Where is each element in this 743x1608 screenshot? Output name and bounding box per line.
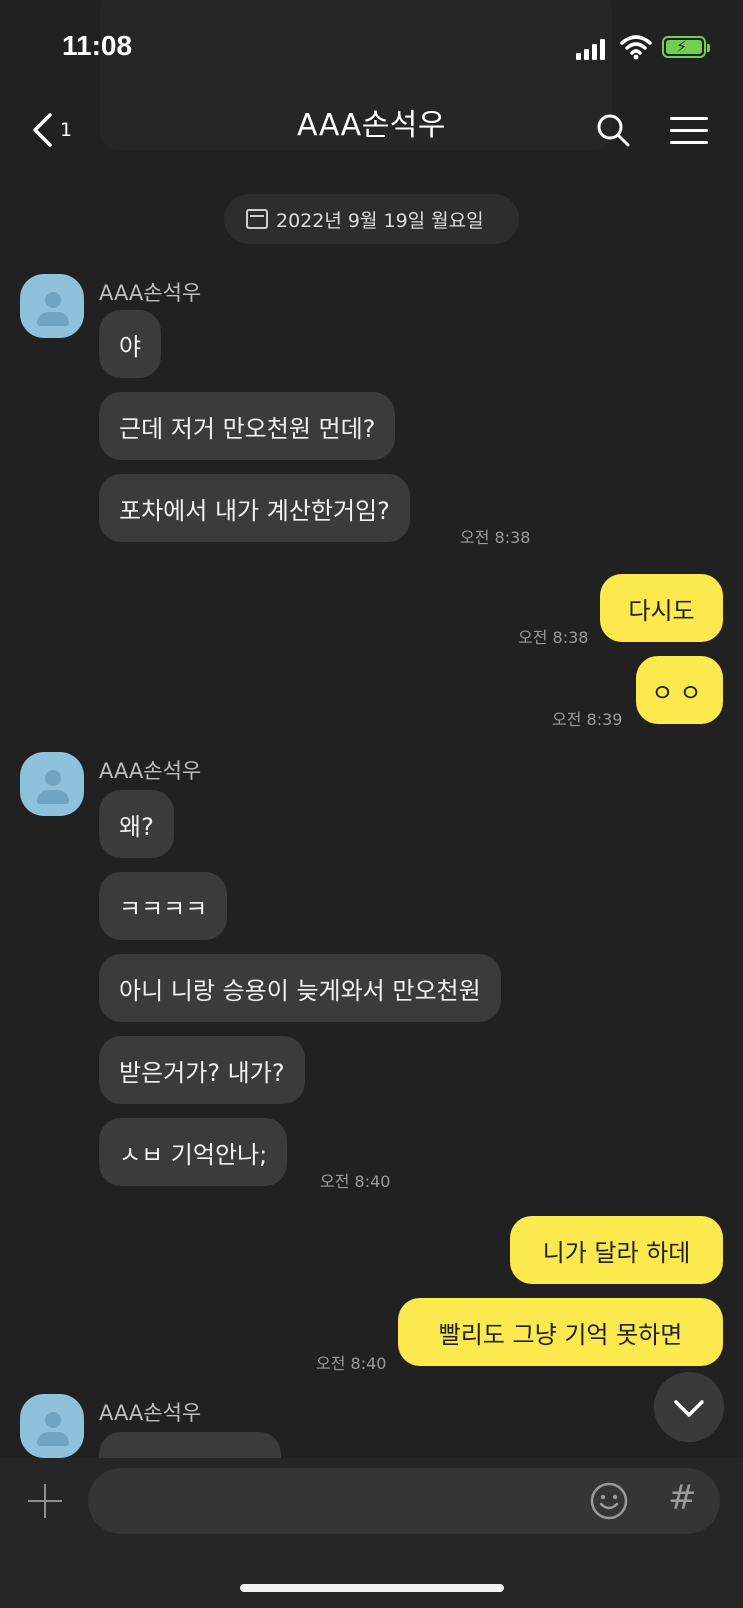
my-message-bubble[interactable]: ㅇㅇ	[636, 656, 723, 724]
avatar[interactable]	[20, 1394, 84, 1458]
status-time: 11:08	[62, 30, 133, 61]
message-bubble[interactable]: 야	[99, 310, 162, 378]
my-message-bubble[interactable]: 다시도	[600, 574, 723, 642]
calendar-icon	[246, 209, 268, 229]
plus-icon[interactable]	[28, 1484, 62, 1518]
sender-name: AAA손석우	[99, 281, 202, 305]
my-message-bubble[interactable]: 니가 달라 하데	[510, 1216, 723, 1284]
message-bubble[interactable]: ㅅㅂ 기억안나;	[99, 1118, 288, 1186]
battery-icon: ⚡	[662, 36, 710, 58]
sender-name: AAA손석우	[99, 1401, 202, 1425]
message-bubble[interactable]: 근데 저거 만오천원 먼데?	[99, 392, 396, 460]
message-bubble[interactable]: 받은거가? 내가?	[99, 1036, 305, 1104]
menu-icon[interactable]	[670, 116, 708, 146]
date-text: 2022년 9월 19일 월요일	[276, 209, 484, 232]
date-divider: 2022년 9월 19일 월요일	[224, 194, 519, 244]
search-icon[interactable]	[596, 113, 630, 147]
wifi-icon	[620, 35, 652, 60]
message-timestamp: 오전 8:40	[320, 1172, 391, 1191]
message-timestamp: 오전 8:40	[316, 1354, 387, 1373]
message-bubble[interactable]: 포차에서 내가 계산한거임?	[99, 474, 410, 542]
cellular-signal-icon	[576, 38, 608, 60]
avatar[interactable]	[20, 274, 84, 338]
message-timestamp: 오전 8:39	[552, 710, 623, 729]
message-bubble[interactable]: 아니 니랑 승용이 늦게와서 만오천원	[99, 954, 501, 1022]
home-indicator	[240, 1584, 504, 1592]
chat-title: AAA손석우	[296, 108, 447, 143]
scroll-down-button[interactable]	[654, 1372, 724, 1442]
avatar[interactable]	[20, 752, 84, 816]
message-timestamp: 오전 8:38	[518, 628, 589, 647]
sender-name: AAA손석우	[99, 759, 202, 783]
message-timestamp: 오전 8:38	[460, 528, 531, 547]
message-bubble[interactable]: 왜?	[99, 790, 174, 858]
emoji-icon[interactable]	[590, 1482, 628, 1520]
message-bubble[interactable]: ㅋㅋㅋㅋ	[99, 872, 228, 940]
my-message-bubble[interactable]: 빨리도 그냥 기억 못하면	[398, 1298, 723, 1366]
hash-icon[interactable]: #	[668, 1478, 697, 1518]
